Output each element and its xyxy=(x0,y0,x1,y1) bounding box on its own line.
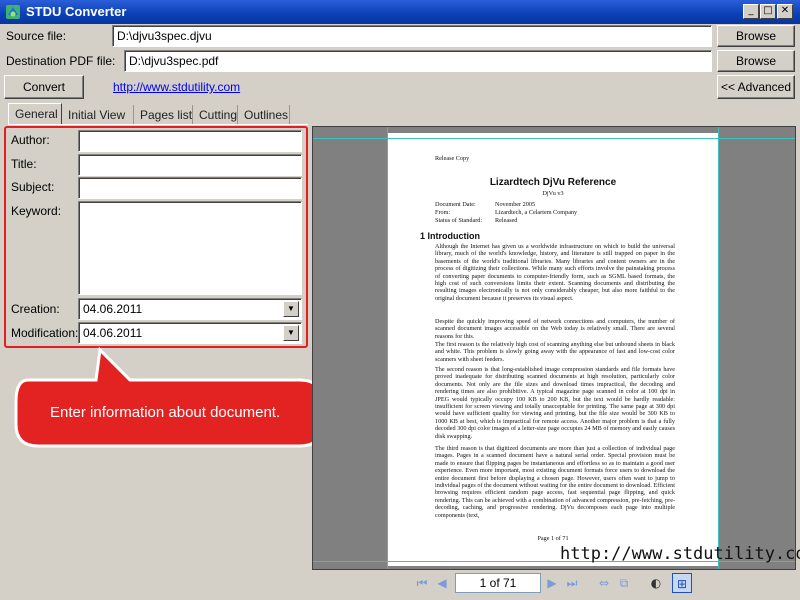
contrast-icon[interactable]: ◐ xyxy=(646,573,666,593)
previous-page-icon[interactable]: ◀ xyxy=(432,573,452,593)
next-page-icon[interactable]: ▶ xyxy=(542,573,562,593)
paragraph: Despite the quickly improving speed of n… xyxy=(435,318,675,340)
advanced-toggle-button[interactable]: << Advanced xyxy=(717,75,795,99)
paragraph: Although the Internet has given us a wor… xyxy=(435,243,675,302)
meta-value: Lizardtech, a Celartem Company xyxy=(495,209,578,216)
meta-key: Status of Standard: xyxy=(435,217,483,224)
browse-destination-button[interactable]: Browse xyxy=(717,50,795,72)
paragraph: The third reason is that digitized docum… xyxy=(435,445,675,519)
callout-text: Enter information about document. xyxy=(50,404,281,421)
paragraph: The second reason is that long-establish… xyxy=(435,366,675,440)
page-number-input[interactable]: 1 of 71 xyxy=(455,573,541,593)
browse-source-button[interactable]: Browse xyxy=(717,25,795,47)
margin-guide xyxy=(387,127,388,569)
fit-width-icon[interactable]: ⇔ xyxy=(594,573,614,593)
margin-guide xyxy=(313,138,795,139)
paragraph: The first reason is the relatively high … xyxy=(435,341,675,363)
meta-value: Released xyxy=(495,217,518,224)
release-label: Release Copy xyxy=(435,155,470,162)
margin-guide xyxy=(718,127,719,569)
meta-key: From: xyxy=(435,209,451,216)
last-page-icon[interactable]: ⏭ xyxy=(562,573,582,593)
page-footer: Page 1 of 71 xyxy=(537,535,569,542)
document-page-preview: Release Copy Lizardtech DjVu Reference D… xyxy=(387,133,719,566)
first-page-icon[interactable]: ⏮ xyxy=(412,573,432,593)
maximize-button[interactable]: □ xyxy=(760,4,776,19)
minimize-button[interactable]: _ xyxy=(743,4,759,19)
document-title: Lizardtech DjVu Reference xyxy=(489,177,617,188)
speech-bubble-icon xyxy=(14,346,324,448)
close-button[interactable]: ✕ xyxy=(777,4,793,19)
guides-toggle-icon[interactable]: ⊞ xyxy=(672,573,692,593)
section-heading: 1 Introduction xyxy=(420,231,480,241)
fit-page-icon[interactable]: ⧉ xyxy=(614,573,634,593)
watermark-text: http://www.stdutility.com xyxy=(560,544,800,564)
document-subtitle: DjVu v3 xyxy=(542,190,564,197)
meta-key: Document Date: xyxy=(435,201,476,208)
meta-value: November 2005 xyxy=(495,201,536,208)
